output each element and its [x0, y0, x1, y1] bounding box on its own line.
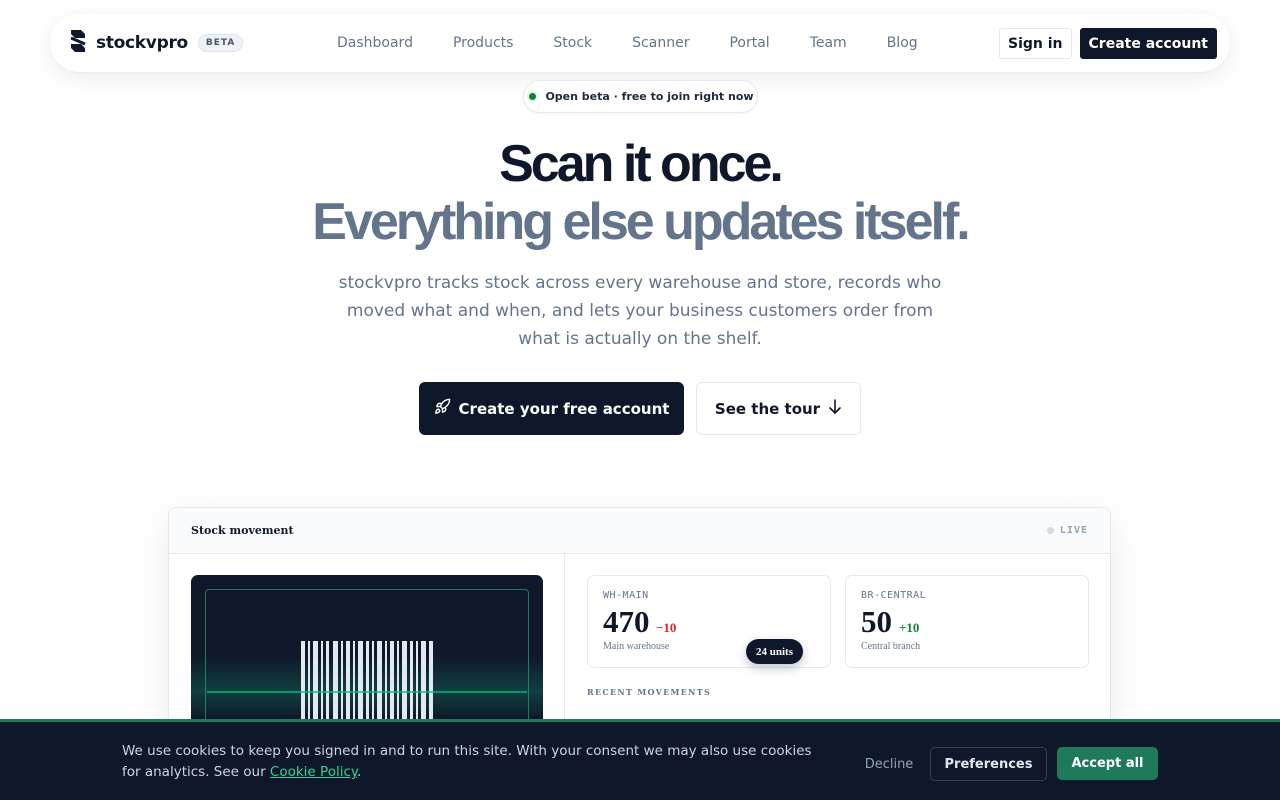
- nav-link-blog[interactable]: Blog: [887, 35, 918, 51]
- create-free-account-button[interactable]: Create your free account: [419, 382, 684, 435]
- stat-delta: +10: [899, 620, 920, 635]
- cookie-text: We use cookies to keep you signed in and…: [122, 741, 822, 783]
- stat-value: 470: [603, 604, 650, 639]
- create-account-button[interactable]: Create account: [1079, 28, 1217, 59]
- cookie-banner: We use cookies to keep you signed in and…: [0, 719, 1280, 800]
- live-dot-icon: [1046, 527, 1054, 534]
- nav-link-portal[interactable]: Portal: [729, 35, 769, 51]
- recent-movements-heading: RECENT MOVEMENTS: [587, 687, 712, 697]
- stockvpro-logo-icon: [68, 29, 88, 57]
- nav-link-team[interactable]: Team: [810, 35, 847, 51]
- cookie-period: .: [356, 764, 362, 780]
- stat-code: BR-CENTRAL: [861, 590, 927, 601]
- see-tour-label: See the tour: [714, 399, 821, 418]
- nav-actions: Sign in Create account: [999, 28, 1217, 59]
- headline-primary: Scan it once.: [499, 135, 784, 193]
- beta-pill-text: Open beta · free to join right now: [545, 90, 754, 103]
- rocket-icon: [434, 398, 451, 419]
- nav-link-dashboard[interactable]: Dashboard: [337, 35, 413, 51]
- headline-secondary: Everything else updates itself.: [312, 193, 970, 251]
- stat-label: Main warehouse: [603, 641, 670, 652]
- cookie-message: We use cookies to keep you signed in and…: [122, 743, 812, 780]
- hero-subtitle: stockvpro tracks stock across every ware…: [338, 273, 942, 349]
- status-dot-icon: [527, 91, 539, 102]
- create-free-account-label: Create your free account: [458, 399, 670, 418]
- barcode-icon: [301, 641, 433, 731]
- preferences-button[interactable]: Preferences: [930, 747, 1047, 781]
- stat-delta: −10: [656, 620, 677, 635]
- sign-in-button[interactable]: Sign in: [999, 28, 1072, 59]
- cookie-policy-link[interactable]: Cookie Policy: [270, 764, 357, 780]
- beta-badge: BETA: [197, 34, 244, 52]
- nav-link-scanner[interactable]: Scanner: [632, 35, 689, 51]
- nav-link-stock[interactable]: Stock: [553, 35, 592, 51]
- preview-title: Stock movement: [191, 524, 294, 537]
- stat-label: Central branch: [861, 641, 921, 652]
- top-nav: stockvpro BETA Dashboard Products Stock …: [50, 14, 1230, 72]
- live-label: LIVE: [1059, 525, 1088, 536]
- units-badge: 24 units: [746, 639, 803, 664]
- nav-links: Dashboard Products Stock Scanner Portal …: [337, 14, 958, 72]
- nav-link-products[interactable]: Products: [453, 35, 513, 51]
- brand[interactable]: stockvpro BETA: [68, 14, 244, 72]
- scan-line: [207, 691, 527, 693]
- live-indicator: LIVE: [1046, 525, 1088, 536]
- decline-button[interactable]: Decline: [850, 748, 928, 781]
- beta-pill: Open beta · free to join right now: [523, 80, 758, 113]
- accept-all-button[interactable]: Accept all: [1057, 747, 1158, 780]
- preview-header: Stock movement LIVE: [169, 508, 1110, 554]
- stat-value: 50: [861, 604, 892, 639]
- arrow-down-icon: [828, 398, 842, 419]
- see-tour-button[interactable]: See the tour: [696, 382, 861, 435]
- stat-code: WH-MAIN: [603, 590, 649, 601]
- stat-card-br-central: BR-CENTRAL 50 +10 Central branch: [845, 575, 1089, 668]
- brand-name: stockvpro: [96, 33, 188, 53]
